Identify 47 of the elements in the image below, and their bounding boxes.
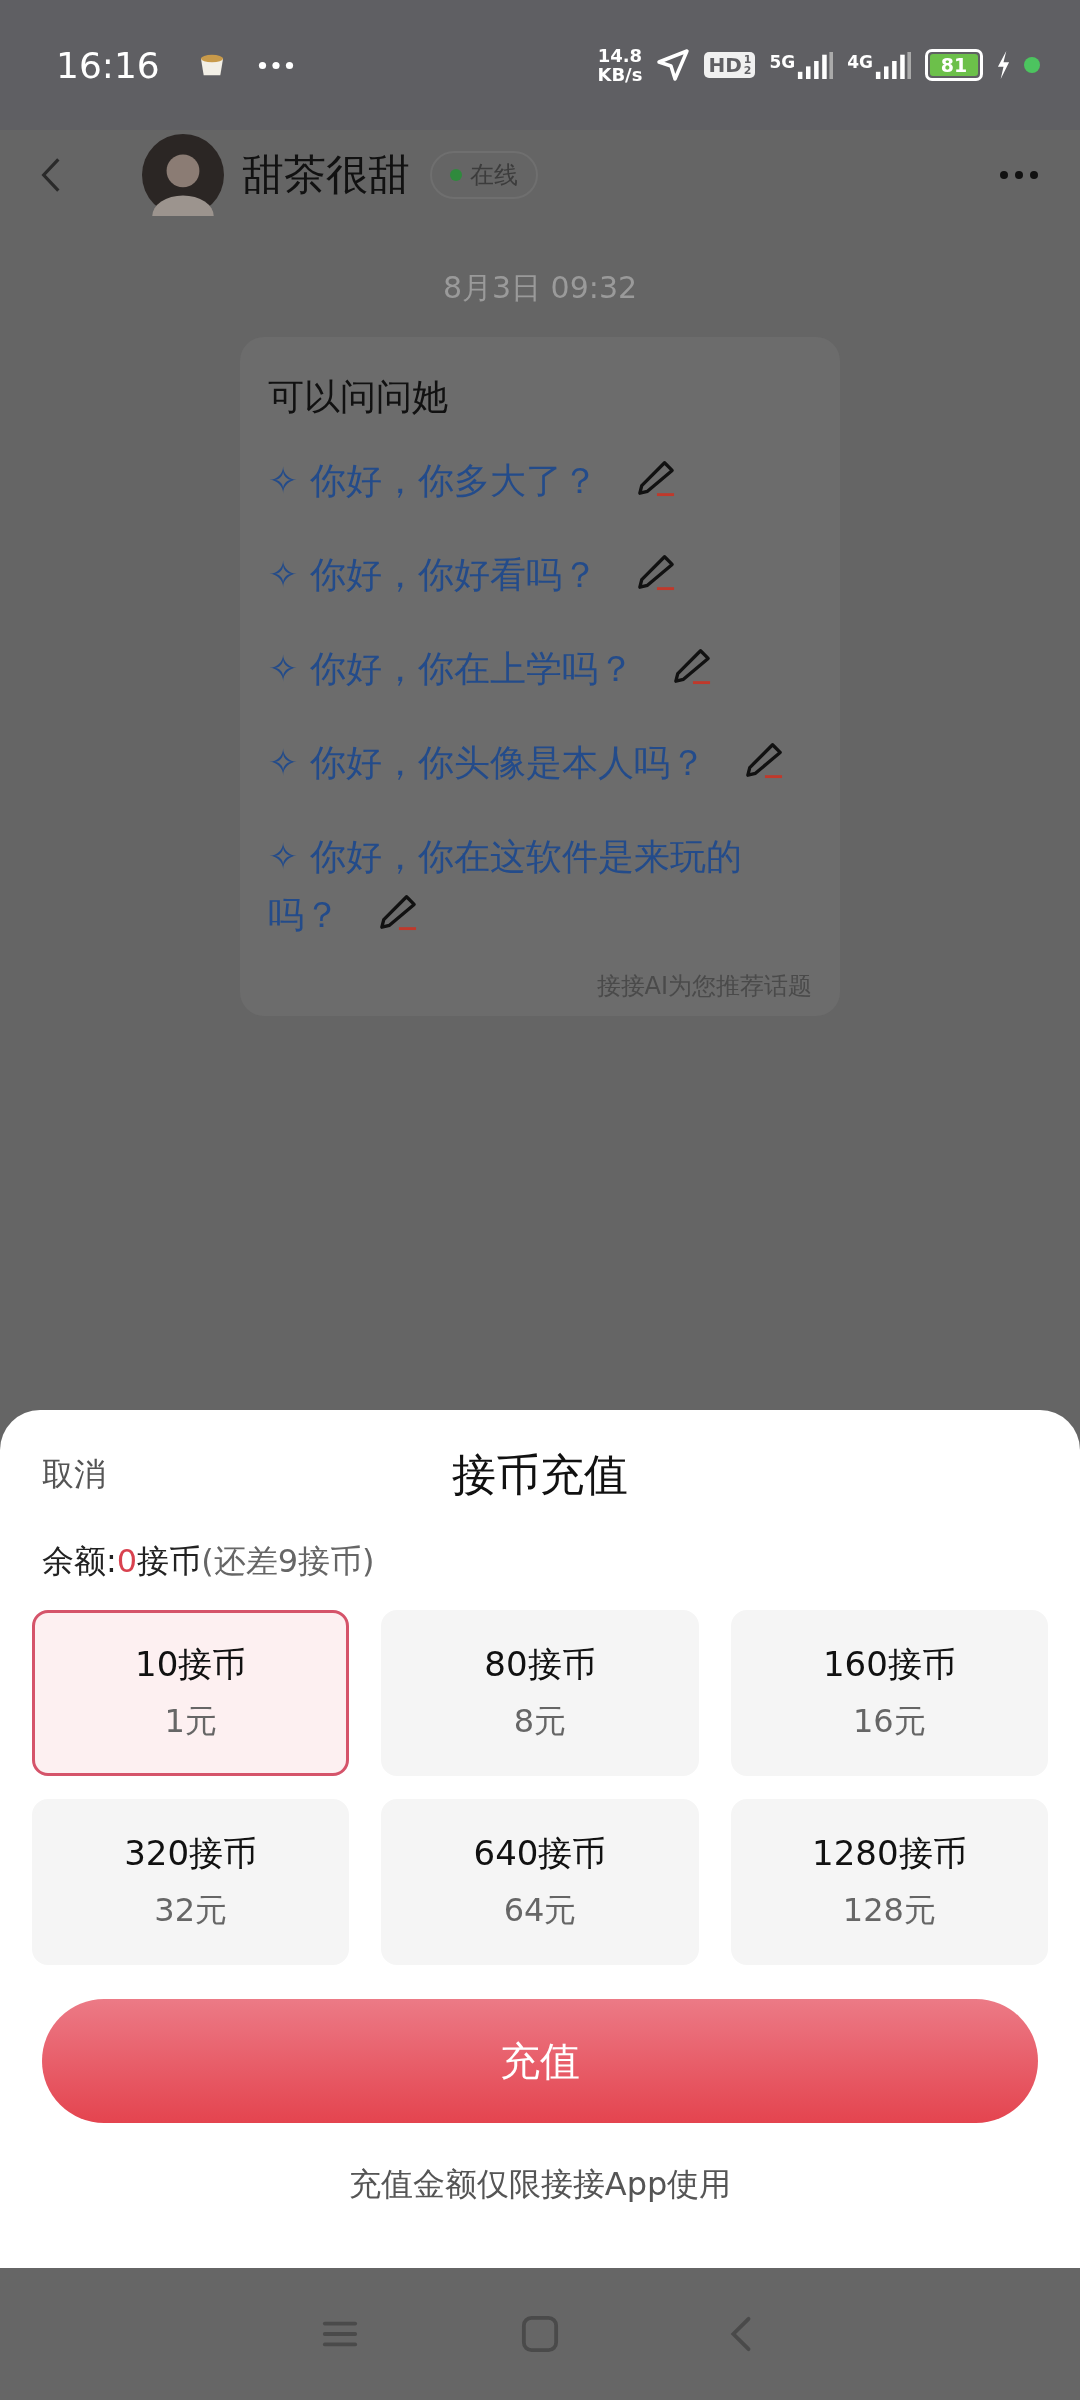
package-option[interactable]: 640接币 64元 bbox=[381, 1799, 699, 1965]
package-option[interactable]: 80接币 8元 bbox=[381, 1610, 699, 1776]
package-option[interactable]: 10接币 1元 bbox=[32, 1610, 350, 1776]
pencil-icon[interactable] bbox=[635, 459, 676, 497]
back-icon[interactable] bbox=[40, 156, 62, 194]
sheet-title: 接币充值 bbox=[452, 1447, 628, 1502]
more-icon[interactable] bbox=[998, 170, 1040, 180]
pencil-icon[interactable] bbox=[743, 741, 784, 779]
more-icon bbox=[257, 60, 294, 70]
package-price: 16元 bbox=[852, 1701, 926, 1742]
balance-label: 余额: bbox=[42, 1542, 117, 1580]
coin-amount: 10接币 bbox=[135, 1643, 247, 1686]
net-speed: 14.8 bbox=[597, 46, 643, 65]
card-title: 可以问问她 bbox=[268, 375, 449, 419]
net-speed-unit: KB/s bbox=[597, 65, 643, 84]
coin-amount: 80接币 bbox=[484, 1643, 596, 1686]
usage-note: 充值金额仅限接接App使用 bbox=[347, 2164, 733, 2205]
dot-icon bbox=[1024, 57, 1040, 73]
package-price: 8元 bbox=[513, 1701, 567, 1742]
coin-amount: 1280接币 bbox=[812, 1832, 967, 1875]
package-price: 64元 bbox=[503, 1890, 577, 1931]
package-option[interactable]: 160接币 16元 bbox=[730, 1610, 1048, 1776]
package-option[interactable]: 320接币 32元 bbox=[32, 1799, 350, 1965]
package-price: 128元 bbox=[842, 1890, 936, 1931]
charging-icon bbox=[997, 51, 1010, 79]
contact-name: 甜茶很甜 bbox=[242, 149, 410, 201]
signal-icon bbox=[797, 51, 834, 79]
package-price: 32元 bbox=[154, 1890, 227, 1931]
coin-amount: 160接币 bbox=[822, 1643, 956, 1686]
network-label: 5G bbox=[769, 51, 796, 72]
balance-value: 0 bbox=[116, 1542, 138, 1580]
location-arrow-icon bbox=[656, 48, 691, 82]
signal-icon bbox=[875, 51, 911, 79]
pencil-icon[interactable] bbox=[378, 893, 418, 931]
coin-amount: 640接币 bbox=[473, 1832, 607, 1875]
package-price: 1元 bbox=[164, 1701, 217, 1742]
shortfall-text: (还差9接币) bbox=[201, 1542, 375, 1580]
package-option[interactable]: 1280接币 128元 bbox=[730, 1799, 1048, 1965]
network-label: 4G bbox=[847, 51, 873, 72]
coin-amount: 320接币 bbox=[124, 1832, 258, 1875]
pencil-icon[interactable] bbox=[635, 553, 676, 591]
battery-indicator: 81 bbox=[925, 49, 983, 81]
pencil-icon[interactable] bbox=[671, 647, 712, 685]
balance-unit: 接币 bbox=[137, 1542, 202, 1580]
status-time: 16:16 bbox=[56, 44, 160, 86]
cancel-button[interactable]: 取消 bbox=[42, 1453, 106, 1497]
avatar[interactable] bbox=[142, 134, 224, 216]
